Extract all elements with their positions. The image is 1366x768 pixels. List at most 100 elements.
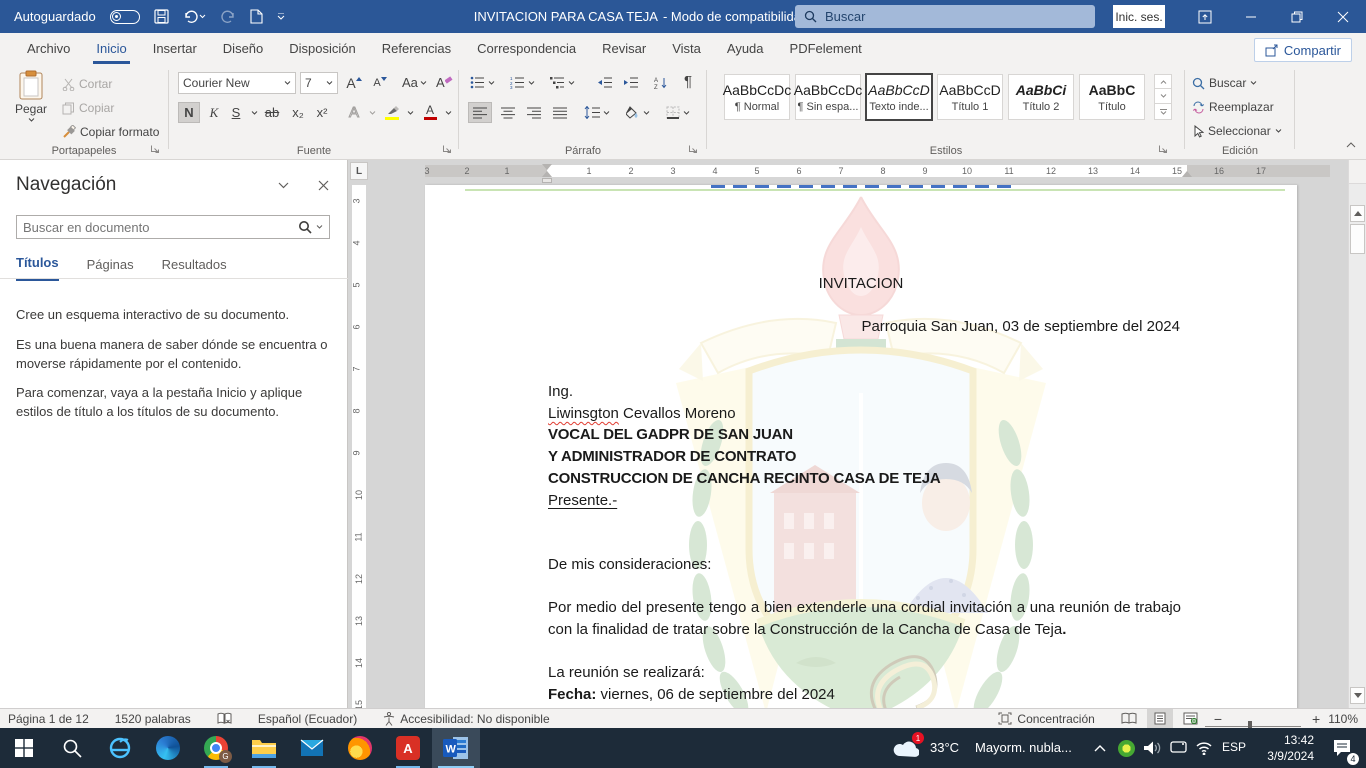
highlight-dropdown-icon[interactable] (400, 102, 420, 123)
volume-icon[interactable] (1139, 728, 1165, 768)
tab-vista[interactable]: Vista (659, 33, 714, 64)
underline-dropdown-icon[interactable] (244, 102, 264, 123)
bold-button[interactable]: N (178, 102, 200, 123)
underline-button[interactable]: S (226, 102, 246, 123)
shrink-font-button[interactable]: A (370, 72, 390, 93)
weather-text[interactable]: Mayorm. nubla... (975, 740, 1072, 755)
replace-button[interactable]: Reemplazar (1192, 96, 1274, 118)
styles-dialog-launcher-icon[interactable] (1158, 144, 1170, 156)
zoom-level[interactable]: 110% (1328, 712, 1358, 726)
focus-mode-button[interactable]: Concentración (998, 712, 1094, 726)
clock[interactable]: 13:423/9/2024 (1256, 732, 1314, 764)
nav-search-box[interactable] (16, 215, 330, 239)
font-family-combo[interactable]: Courier New (178, 72, 296, 94)
first-line-indent-marker[interactable] (542, 164, 552, 170)
start-button[interactable] (0, 728, 48, 768)
doc-line[interactable]: Fecha: viernes, 06 de septiembre del 202… (548, 684, 835, 705)
weather-icon[interactable]: 1 (886, 728, 926, 768)
scrollbar-thumb[interactable] (1350, 224, 1365, 254)
style-titulo-1[interactable]: AaBbCcDTítulo 1 (937, 74, 1003, 120)
align-right-button[interactable] (522, 102, 546, 123)
restore-button[interactable] (1274, 0, 1320, 33)
pilcrow-button[interactable]: ¶ (678, 71, 698, 92)
hanging-indent-marker[interactable] (542, 171, 552, 177)
doc-line[interactable]: De mis consideraciones: (548, 554, 711, 575)
ribbon-display-options-icon[interactable] (1182, 0, 1228, 33)
mail-icon[interactable] (288, 728, 336, 768)
tab-inicio[interactable]: Inicio (83, 33, 139, 64)
text-effects-button[interactable]: A (344, 102, 364, 123)
strikethrough-button[interactable]: ab (262, 102, 282, 123)
font-size-combo[interactable]: 7 (300, 72, 338, 94)
style-sin-espaciado[interactable]: AaBbCcDc¶ Sin espa... (795, 74, 861, 120)
increase-indent-button[interactable] (620, 72, 640, 93)
collapse-ribbon-icon[interactable] (1346, 142, 1356, 148)
text-effects-dropdown-icon[interactable] (362, 102, 382, 123)
nav-search-input[interactable] (23, 220, 294, 235)
clear-formatting-button[interactable]: A (434, 72, 455, 93)
superscript-button[interactable]: x² (312, 102, 332, 123)
tab-referencias[interactable]: Referencias (369, 33, 464, 64)
keyboard-language[interactable]: ESP (1222, 740, 1246, 754)
nav-tab-paginas[interactable]: Páginas (87, 257, 134, 280)
styles-gallery-more-icon[interactable] (1154, 104, 1172, 120)
shading-button[interactable] (624, 102, 652, 123)
style-normal[interactable]: AaBbCcDc¶ Normal (724, 74, 790, 120)
change-case-button[interactable]: Aa (400, 72, 429, 93)
doc-dateline[interactable]: Parroquia San Juan, 03 de septiembre del… (548, 316, 1180, 337)
align-left-button[interactable] (468, 102, 492, 123)
nav-close-icon[interactable] (318, 180, 329, 191)
file-explorer-icon[interactable] (240, 728, 288, 768)
tab-pdfelement[interactable]: PDFelement (777, 33, 875, 64)
save-icon[interactable] (154, 9, 169, 24)
close-button[interactable] (1320, 0, 1366, 33)
tab-disposicion[interactable]: Disposición (276, 33, 368, 64)
horizontal-ruler[interactable]: 321 123456789101112131415 1617 (425, 162, 1330, 180)
page-indicator[interactable]: Página 1 de 12 (8, 712, 89, 726)
internet-explorer-icon[interactable] (96, 728, 144, 768)
scroll-down-icon[interactable] (1350, 687, 1365, 704)
nav-options-chevron-icon[interactable] (278, 182, 289, 189)
style-texto-independiente[interactable]: AaBbCcDTexto inde... (866, 74, 932, 120)
print-layout-icon[interactable] (1147, 709, 1173, 728)
autosave-toggle[interactable] (110, 10, 140, 24)
wifi-icon[interactable] (1191, 728, 1217, 768)
doc-line[interactable]: La reunión se realizará: (548, 662, 705, 683)
accessibility-item[interactable]: Accesibilidad: No disponible (383, 712, 549, 726)
line-spacing-button[interactable] (582, 102, 612, 123)
highlight-button[interactable] (382, 102, 402, 123)
left-indent-marker[interactable] (542, 178, 552, 183)
decrease-indent-button[interactable] (594, 72, 614, 93)
doc-line[interactable]: Y ADMINISTRADOR DE CONTRATO (548, 446, 796, 467)
document-page[interactable]: 7 (425, 185, 1297, 725)
share-button[interactable]: Compartir (1254, 38, 1352, 62)
doc-line[interactable]: VOCAL DEL GADPR DE SAN JUAN (548, 424, 793, 445)
tab-selector-button[interactable]: L (350, 162, 368, 180)
numbered-list-button[interactable]: 123 (508, 72, 537, 93)
justify-button[interactable] (548, 102, 572, 123)
acrobat-icon[interactable]: A (384, 728, 432, 768)
display-cast-icon[interactable] (1165, 728, 1191, 768)
tab-revisar[interactable]: Revisar (589, 33, 659, 64)
style-titulo-2[interactable]: AaBbCiTítulo 2 (1008, 74, 1074, 120)
doc-line[interactable]: Liwinsgton Cevallos Moreno (548, 403, 736, 424)
style-titulo[interactable]: AaBbCTítulo (1079, 74, 1145, 120)
sign-in-button[interactable]: Inic. ses. (1113, 5, 1165, 28)
right-indent-marker[interactable] (1182, 171, 1192, 177)
font-color-button[interactable]: A (420, 102, 440, 123)
proofing-icon[interactable] (217, 712, 232, 725)
tab-ayuda[interactable]: Ayuda (714, 33, 777, 64)
web-layout-icon[interactable] (1183, 712, 1198, 725)
doc-line[interactable]: Ing. (548, 381, 573, 402)
multilevel-list-button[interactable] (548, 72, 577, 93)
zoom-out-button[interactable]: − (1214, 711, 1222, 727)
edge-icon[interactable] (144, 728, 192, 768)
format-painter-button[interactable]: Copiar formato (62, 121, 159, 143)
doc-line[interactable]: CONSTRUCCION DE CANCHA RECINTO CASA DE T… (548, 468, 941, 489)
word-count[interactable]: 1520 palabras (115, 712, 191, 726)
antivirus-tray-icon[interactable] (1113, 728, 1139, 768)
styles-scroll-up-icon[interactable] (1154, 74, 1172, 89)
doc-line[interactable]: Presente.- (548, 490, 617, 511)
word-icon[interactable]: W (432, 728, 480, 768)
read-mode-icon[interactable] (1121, 712, 1137, 725)
